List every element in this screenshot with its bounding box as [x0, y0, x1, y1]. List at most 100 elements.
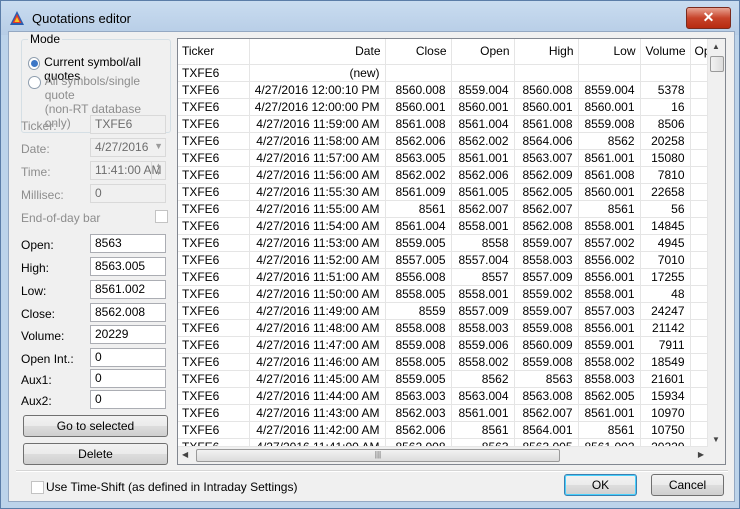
table-cell[interactable]: TXFE6 [178, 81, 250, 99]
high-field[interactable]: 8563.005 [90, 257, 166, 276]
table-cell[interactable]: 8561.001 [578, 149, 641, 167]
scroll-down-icon[interactable]: ▼ [712, 435, 720, 444]
table-cell[interactable]: 8558.008 [385, 319, 452, 337]
table-cell[interactable]: 8561.001 [451, 404, 515, 422]
table-cell[interactable]: 8562.003 [385, 404, 452, 422]
aux1-field[interactable]: 0 [90, 369, 166, 388]
table-cell[interactable]: 22658 [640, 183, 691, 201]
table-row[interactable]: TXFE6 4/27/2016 11:52:00 AM 8557.005 8557.0… [178, 251, 716, 269]
table-cell[interactable]: 21601 [640, 370, 691, 388]
table-cell[interactable]: 8561 [385, 200, 452, 218]
table-cell[interactable]: 8556.002 [578, 251, 641, 269]
table-cell[interactable]: 15080 [640, 149, 691, 167]
column-header[interactable]: Close [385, 39, 452, 65]
go-to-selected-button[interactable]: Go to selected [23, 415, 168, 437]
table-cell[interactable]: 8558.002 [451, 353, 515, 371]
table-cell[interactable]: 8558.003 [451, 319, 515, 337]
table-cell[interactable]: 8559.008 [514, 319, 579, 337]
table-row[interactable]: TXFE6 4/27/2016 11:53:00 AM 8559.005 8558 85… [178, 234, 716, 252]
table-row[interactable]: TXFE6 4/27/2016 11:57:00 AM 8563.005 8561.0… [178, 149, 716, 167]
table-cell[interactable]: TXFE6 [178, 217, 250, 235]
table-cell[interactable]: TXFE6 [178, 387, 250, 405]
time-shift-checkbox[interactable] [31, 481, 44, 494]
table-cell[interactable]: 8559.008 [385, 336, 452, 354]
low-field[interactable]: 8561.002 [90, 280, 166, 299]
table-cell[interactable]: 4/27/2016 11:47:00 AM [249, 336, 386, 354]
table-row[interactable]: TXFE6 4/27/2016 11:56:00 AM 8562.002 8562.0… [178, 166, 716, 184]
table-cell[interactable]: TXFE6 [178, 166, 250, 184]
table-cell[interactable]: 8560.001 [451, 98, 515, 116]
table-cell[interactable]: TXFE6 [178, 98, 250, 116]
table-cell[interactable]: 8562.005 [578, 387, 641, 405]
table-cell[interactable]: TXFE6 [178, 404, 250, 422]
table-cell[interactable]: 8559.001 [578, 336, 641, 354]
table-cell[interactable]: 7911 [640, 336, 691, 354]
table-cell[interactable]: 8557.009 [451, 302, 515, 320]
table-cell[interactable]: 8561 [451, 421, 515, 439]
table-cell[interactable]: 8559.005 [385, 370, 452, 388]
table-cell[interactable] [640, 64, 691, 82]
horizontal-scroll-thumb[interactable]: ||| [196, 449, 560, 462]
table-cell[interactable]: 4/27/2016 11:54:00 AM [249, 217, 386, 235]
table-cell[interactable]: 4/27/2016 11:48:00 AM [249, 319, 386, 337]
table-cell[interactable]: 48 [640, 285, 691, 303]
table-cell[interactable]: 4/27/2016 11:43:00 AM [249, 404, 386, 422]
table-cell[interactable]: 8562.007 [514, 404, 579, 422]
table-cell[interactable]: 4/27/2016 11:49:00 AM [249, 302, 386, 320]
horizontal-scrollbar[interactable]: ◀ ||| ▶ [178, 446, 708, 464]
table-cell[interactable]: 10970 [640, 404, 691, 422]
table-cell[interactable]: 4/27/2016 11:53:00 AM [249, 234, 386, 252]
table-cell[interactable]: 18549 [640, 353, 691, 371]
table-row[interactable]: TXFE6 4/27/2016 11:51:00 AM 8556.008 8557 85… [178, 268, 716, 286]
table-cell[interactable]: 8559.005 [385, 234, 452, 252]
table-cell[interactable]: 8558.005 [385, 285, 452, 303]
table-cell[interactable]: 8561.004 [385, 217, 452, 235]
table-row[interactable]: TXFE6 4/27/2016 11:43:00 AM 8562.003 8561.0… [178, 404, 716, 422]
table-cell[interactable]: 8562.007 [514, 200, 579, 218]
table-cell[interactable]: TXFE6 [178, 336, 250, 354]
table-cell[interactable]: 8556.001 [578, 319, 641, 337]
table-cell[interactable]: 8562.006 [385, 132, 452, 150]
table-cell[interactable]: 8564.001 [514, 421, 579, 439]
table-cell[interactable]: 4/27/2016 11:42:00 AM [249, 421, 386, 439]
table-cell[interactable]: 8560.001 [578, 183, 641, 201]
table-cell[interactable]: 4/27/2016 11:55:30 AM [249, 183, 386, 201]
scroll-left-icon[interactable]: ◀ [182, 450, 188, 459]
radio-selected-icon[interactable] [28, 57, 41, 70]
table-cell[interactable]: 8560.001 [385, 98, 452, 116]
table-cell[interactable]: 4/27/2016 11:59:00 AM [249, 115, 386, 133]
table-cell[interactable] [385, 64, 452, 82]
table-cell[interactable]: 8559.007 [514, 302, 579, 320]
table-row[interactable]: TXFE6 4/27/2016 11:47:00 AM 8559.008 8559.0… [178, 336, 716, 354]
column-header[interactable]: Low [578, 39, 641, 65]
column-header[interactable]: Volume [640, 39, 691, 65]
table-cell[interactable]: 4945 [640, 234, 691, 252]
eod-bar-checkbox[interactable] [155, 210, 168, 223]
table-cell[interactable]: 8562.002 [451, 132, 515, 150]
table-cell[interactable]: 8561.008 [385, 115, 452, 133]
table-cell[interactable]: 8557.002 [578, 234, 641, 252]
chevron-down-icon[interactable]: ▼ [154, 140, 163, 153]
table-row[interactable]: TXFE6 4/27/2016 11:55:30 AM 8561.009 8561.0… [178, 183, 716, 201]
open-field[interactable]: 8563 [90, 234, 166, 253]
table-cell[interactable]: 8561.004 [451, 115, 515, 133]
table-cell[interactable]: 8561.001 [451, 149, 515, 167]
table-cell[interactable]: 8560.009 [514, 336, 579, 354]
table-cell[interactable]: 8560.008 [385, 81, 452, 99]
table-cell[interactable]: 8557.004 [451, 251, 515, 269]
table-cell[interactable]: TXFE6 [178, 302, 250, 320]
radio-unselected-icon[interactable] [28, 76, 41, 89]
table-cell[interactable]: TXFE6 [178, 183, 250, 201]
table-cell[interactable]: 8560.008 [514, 81, 579, 99]
table-row[interactable]: TXFE6 4/27/2016 11:49:00 AM 8559 8557.009 85… [178, 302, 716, 320]
table-cell[interactable]: 8558.001 [578, 217, 641, 235]
table-cell[interactable]: 17255 [640, 268, 691, 286]
ok-button[interactable]: OK [564, 474, 637, 496]
scroll-right-icon[interactable]: ▶ [698, 450, 704, 459]
table-cell[interactable]: 4/27/2016 12:00:10 PM [249, 81, 386, 99]
table-cell[interactable]: 8562.008 [514, 217, 579, 235]
table-cell[interactable]: 8562.007 [451, 200, 515, 218]
table-cell[interactable]: 8559 [385, 302, 452, 320]
table-cell[interactable]: 8559.008 [514, 353, 579, 371]
table-row[interactable]: TXFE6 4/27/2016 11:59:00 AM 8561.008 8561.0… [178, 115, 716, 133]
